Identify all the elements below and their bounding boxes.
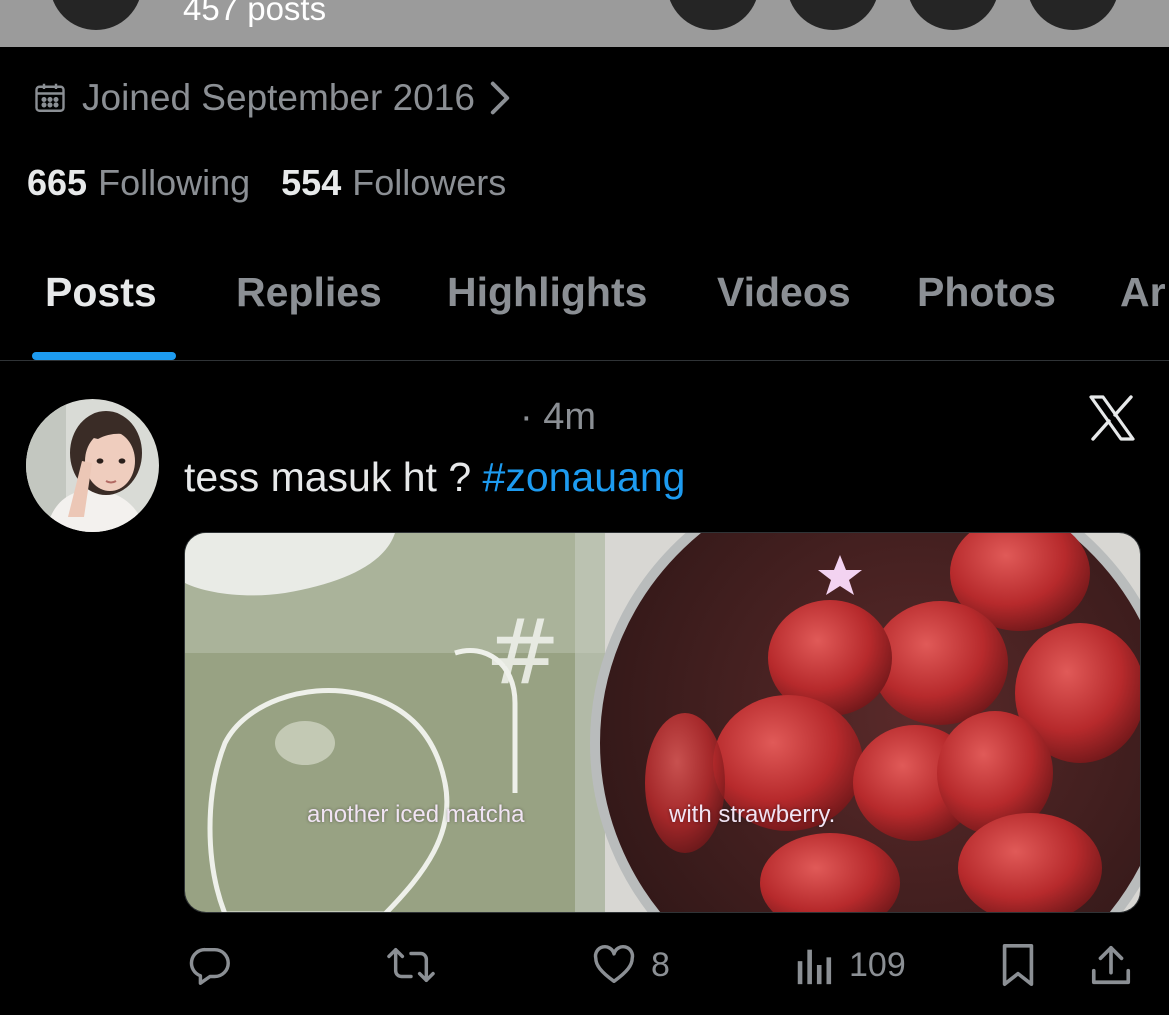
post-hashtag[interactable]: #zonauang xyxy=(483,454,686,500)
tab-posts[interactable]: Posts xyxy=(45,269,157,316)
bookmark-button[interactable] xyxy=(997,935,1039,995)
joined-date[interactable]: Joined September 2016 xyxy=(32,76,511,120)
profile-avatar-small[interactable] xyxy=(50,0,142,30)
following-label: Following xyxy=(98,162,251,203)
header-action-button-4[interactable] xyxy=(1027,0,1119,30)
follow-stats: 665 Following 554 Followers xyxy=(27,162,506,204)
header-action-button-1[interactable] xyxy=(667,0,759,30)
following-link[interactable]: 665 Following xyxy=(27,162,250,204)
post-author-avatar[interactable] xyxy=(26,399,159,532)
tab-videos[interactable]: Videos xyxy=(717,269,851,316)
calendar-icon xyxy=(32,80,68,116)
image-caption-right: with strawberry. xyxy=(669,801,836,828)
following-count: 665 xyxy=(27,162,88,203)
active-tab-indicator xyxy=(32,352,176,360)
tab-articles[interactable]: Ar xyxy=(1120,269,1166,316)
like-icon xyxy=(591,942,637,988)
post-text: tess masuk ht ? xyxy=(184,454,483,500)
tabs-divider xyxy=(0,360,1169,361)
view-count: 109 xyxy=(849,945,906,984)
share-button[interactable] xyxy=(1089,935,1133,995)
followers-label: Followers xyxy=(352,162,507,203)
like-count: 8 xyxy=(651,945,670,984)
header-action-button-2[interactable] xyxy=(787,0,879,30)
post-count: 457 posts xyxy=(183,0,327,27)
reply-icon xyxy=(187,942,233,988)
chevron-right-icon xyxy=(489,80,511,116)
header-action-button-3[interactable] xyxy=(907,0,999,30)
svg-text:#: # xyxy=(485,600,560,705)
post-body: tess masuk ht ? #zonauang xyxy=(184,454,685,501)
reply-button[interactable] xyxy=(187,935,233,995)
post-timestamp[interactable]: · 4m xyxy=(520,396,596,439)
tab-highlights[interactable]: Highlights xyxy=(447,269,647,316)
post-actions: 8 109 xyxy=(0,935,1169,995)
followers-count: 554 xyxy=(281,162,342,203)
views-icon xyxy=(795,942,835,988)
repost-icon xyxy=(385,942,437,988)
like-button[interactable]: 8 xyxy=(591,935,670,995)
bookmark-icon xyxy=(997,942,1039,988)
tab-replies[interactable]: Replies xyxy=(236,269,382,316)
image-caption-left: another iced matcha xyxy=(307,801,525,828)
repost-button[interactable] xyxy=(385,935,437,995)
tab-photos[interactable]: Photos xyxy=(917,269,1056,316)
post-image[interactable]: # another iced matcha with strawberry. xyxy=(184,532,1141,913)
profile-header-bar: 457 posts xyxy=(0,0,1169,47)
views-button[interactable]: 109 xyxy=(795,935,906,995)
share-icon xyxy=(1089,942,1133,988)
joined-label: Joined September 2016 xyxy=(82,77,475,118)
profile-tabs: Posts Replies Highlights Videos Photos A… xyxy=(0,263,1169,333)
followers-link[interactable]: 554 Followers xyxy=(281,162,506,204)
x-logo-icon xyxy=(1087,393,1137,443)
